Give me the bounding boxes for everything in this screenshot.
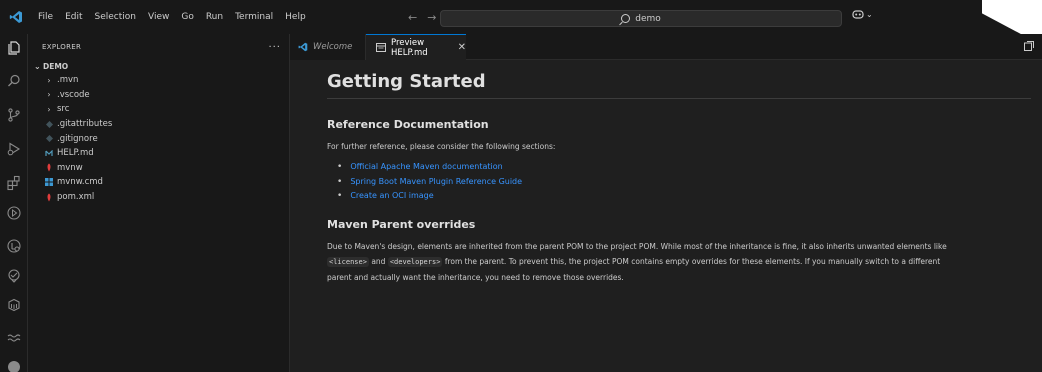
tree-item-mvnw-cmd[interactable]: mvnw.cmd [28,175,289,190]
list-item: • Official Apache Maven documentation [337,160,1032,175]
tab-label: Welcome [313,42,353,52]
menu-selection[interactable]: Selection [89,0,142,34]
remote-explorer-icon[interactable] [4,266,24,286]
tab-preview-help[interactable]: Preview HELP.md ✕ [366,34,466,60]
tree-item-label: pom.xml [57,192,95,203]
menu-file[interactable]: File [32,0,59,34]
testing-icon[interactable] [4,236,24,256]
extensions-icon[interactable] [4,173,24,193]
wave-extension-icon[interactable] [4,328,24,348]
markdown-file-icon [44,149,54,157]
section-heading-maven-parent: Maven Parent overrides [327,217,476,231]
menu-terminal[interactable]: Terminal [229,0,279,34]
paragraph-text: and [371,256,386,266]
command-center-search[interactable]: demo [440,10,842,27]
tree-item-help-md[interactable]: HELP.md [28,146,289,161]
reference-links-list: • Official Apache Maven documentation • … [327,160,1032,204]
menu-edit[interactable]: Edit [59,0,88,34]
open-source-icon[interactable] [1024,41,1034,54]
maven-file-icon [44,163,54,172]
tree-item-vscode[interactable]: › .vscode [28,88,289,103]
link-maven-docs[interactable]: Official Apache Maven documentation [350,160,502,175]
menu-view[interactable]: View [142,0,175,34]
editor-actions [1024,41,1034,54]
tree-item-pom-xml[interactable]: pom.xml [28,190,289,205]
menu-help[interactable]: Help [279,0,312,34]
tree-item-label: mvnw.cmd [57,177,103,188]
chevron-down-icon: ⌄ [866,10,873,19]
navigation-arrows: ← → [408,0,436,34]
tree-item-gitattributes[interactable]: .gitattributes [28,117,289,132]
search-icon[interactable] [4,71,24,91]
copilot-icon [852,10,864,19]
workspace-root[interactable]: ⌄ DEMO [28,60,289,73]
git-file-icon [44,120,54,128]
git-file-icon [44,135,54,143]
page-title: Getting Started [327,71,1031,99]
source-control-icon[interactable] [4,105,24,125]
chevron-right-icon: › [47,75,51,85]
list-item: • Spring Boot Maven Plugin Reference Gui… [337,175,1032,190]
vscode-logo-icon [298,42,308,52]
forward-arrow-icon[interactable]: → [427,11,436,24]
sidebar-header: EXPLORER ··· [28,34,289,60]
tree-item-label: .mvn [57,75,79,86]
tree-item-label: HELP.md [57,148,94,159]
tree-item-mvnw[interactable]: mvnw [28,161,289,176]
menu-bar: File Edit Selection View Go Run Terminal… [32,0,312,34]
chevron-down-icon: ⌄ [34,62,41,71]
menu-go[interactable]: Go [175,0,199,34]
link-spring-boot-maven-plugin[interactable]: Spring Boot Maven Plugin Reference Guide [350,175,522,190]
more-actions-icon[interactable]: ··· [268,42,281,53]
sidebar-title: EXPLORER [42,43,82,51]
menu-run[interactable]: Run [200,0,229,34]
tree-item-label: .gitignore [57,133,98,144]
bullet: • [337,176,343,187]
bullet: • [337,162,343,172]
tab-label: Preview HELP.md [391,37,428,58]
code-license: <license> [327,256,369,267]
tree-item-label: src [57,104,70,115]
chevron-right-icon: › [47,104,51,114]
database-icon[interactable] [4,295,24,315]
tab-welcome[interactable]: Welcome [290,34,366,60]
explorer-icon[interactable] [4,38,24,58]
chevron-right-icon: › [47,90,51,100]
tree-item-mvn[interactable]: › .mvn [28,73,289,88]
corner-overlay [982,0,1042,34]
link-create-oci-image[interactable]: Create an OCI image [350,189,433,204]
paragraph-text: from the parent. To prevent this, the pr… [444,256,941,266]
title-bar: File Edit Selection View Go Run Terminal… [0,0,1042,34]
account-icon[interactable] [4,357,24,372]
tree-item-gitignore[interactable]: .gitignore [28,131,289,146]
activity-bar [0,34,28,372]
close-icon[interactable]: ✕ [458,42,466,53]
copilot-button[interactable]: ⌄ [852,9,873,20]
spring-boot-dashboard-icon[interactable] [4,203,24,223]
search-icon [621,14,631,23]
tree-item-label: mvnw [57,162,83,173]
back-arrow-icon[interactable]: ← [408,11,417,24]
maven-parent-paragraph: Due to Maven's design, elements are inhe… [327,239,1032,285]
vscode-logo-icon [6,7,26,27]
paragraph-text: Due to Maven's design, elements are inhe… [327,241,947,251]
preview-icon [376,43,386,52]
tree-item-src[interactable]: › src [28,102,289,117]
code-developers: <developers> [387,256,443,267]
maven-file-icon [44,193,54,202]
list-item: • Create an OCI image [337,189,1032,204]
paragraph-text: parent and actually want the inheritance… [327,272,624,282]
run-debug-icon[interactable] [4,139,24,159]
bullet: • [337,191,343,201]
tree-item-label: .vscode [57,89,90,100]
markdown-preview: Getting Started Reference Documentation … [290,60,1042,372]
explorer-sidebar: EXPLORER ··· ⌄ DEMO › .mvn › .vscode › s… [28,34,290,372]
workspace-root-label: DEMO [43,62,69,71]
windows-file-icon [44,178,54,187]
section-intro: For further reference, please consider t… [327,142,556,151]
search-text: demo [635,13,661,24]
tree-item-label: .gitattributes [57,119,113,130]
section-heading-reference: Reference Documentation [327,118,489,131]
editor-tab-bar: Welcome Preview HELP.md ✕ [290,34,1042,60]
